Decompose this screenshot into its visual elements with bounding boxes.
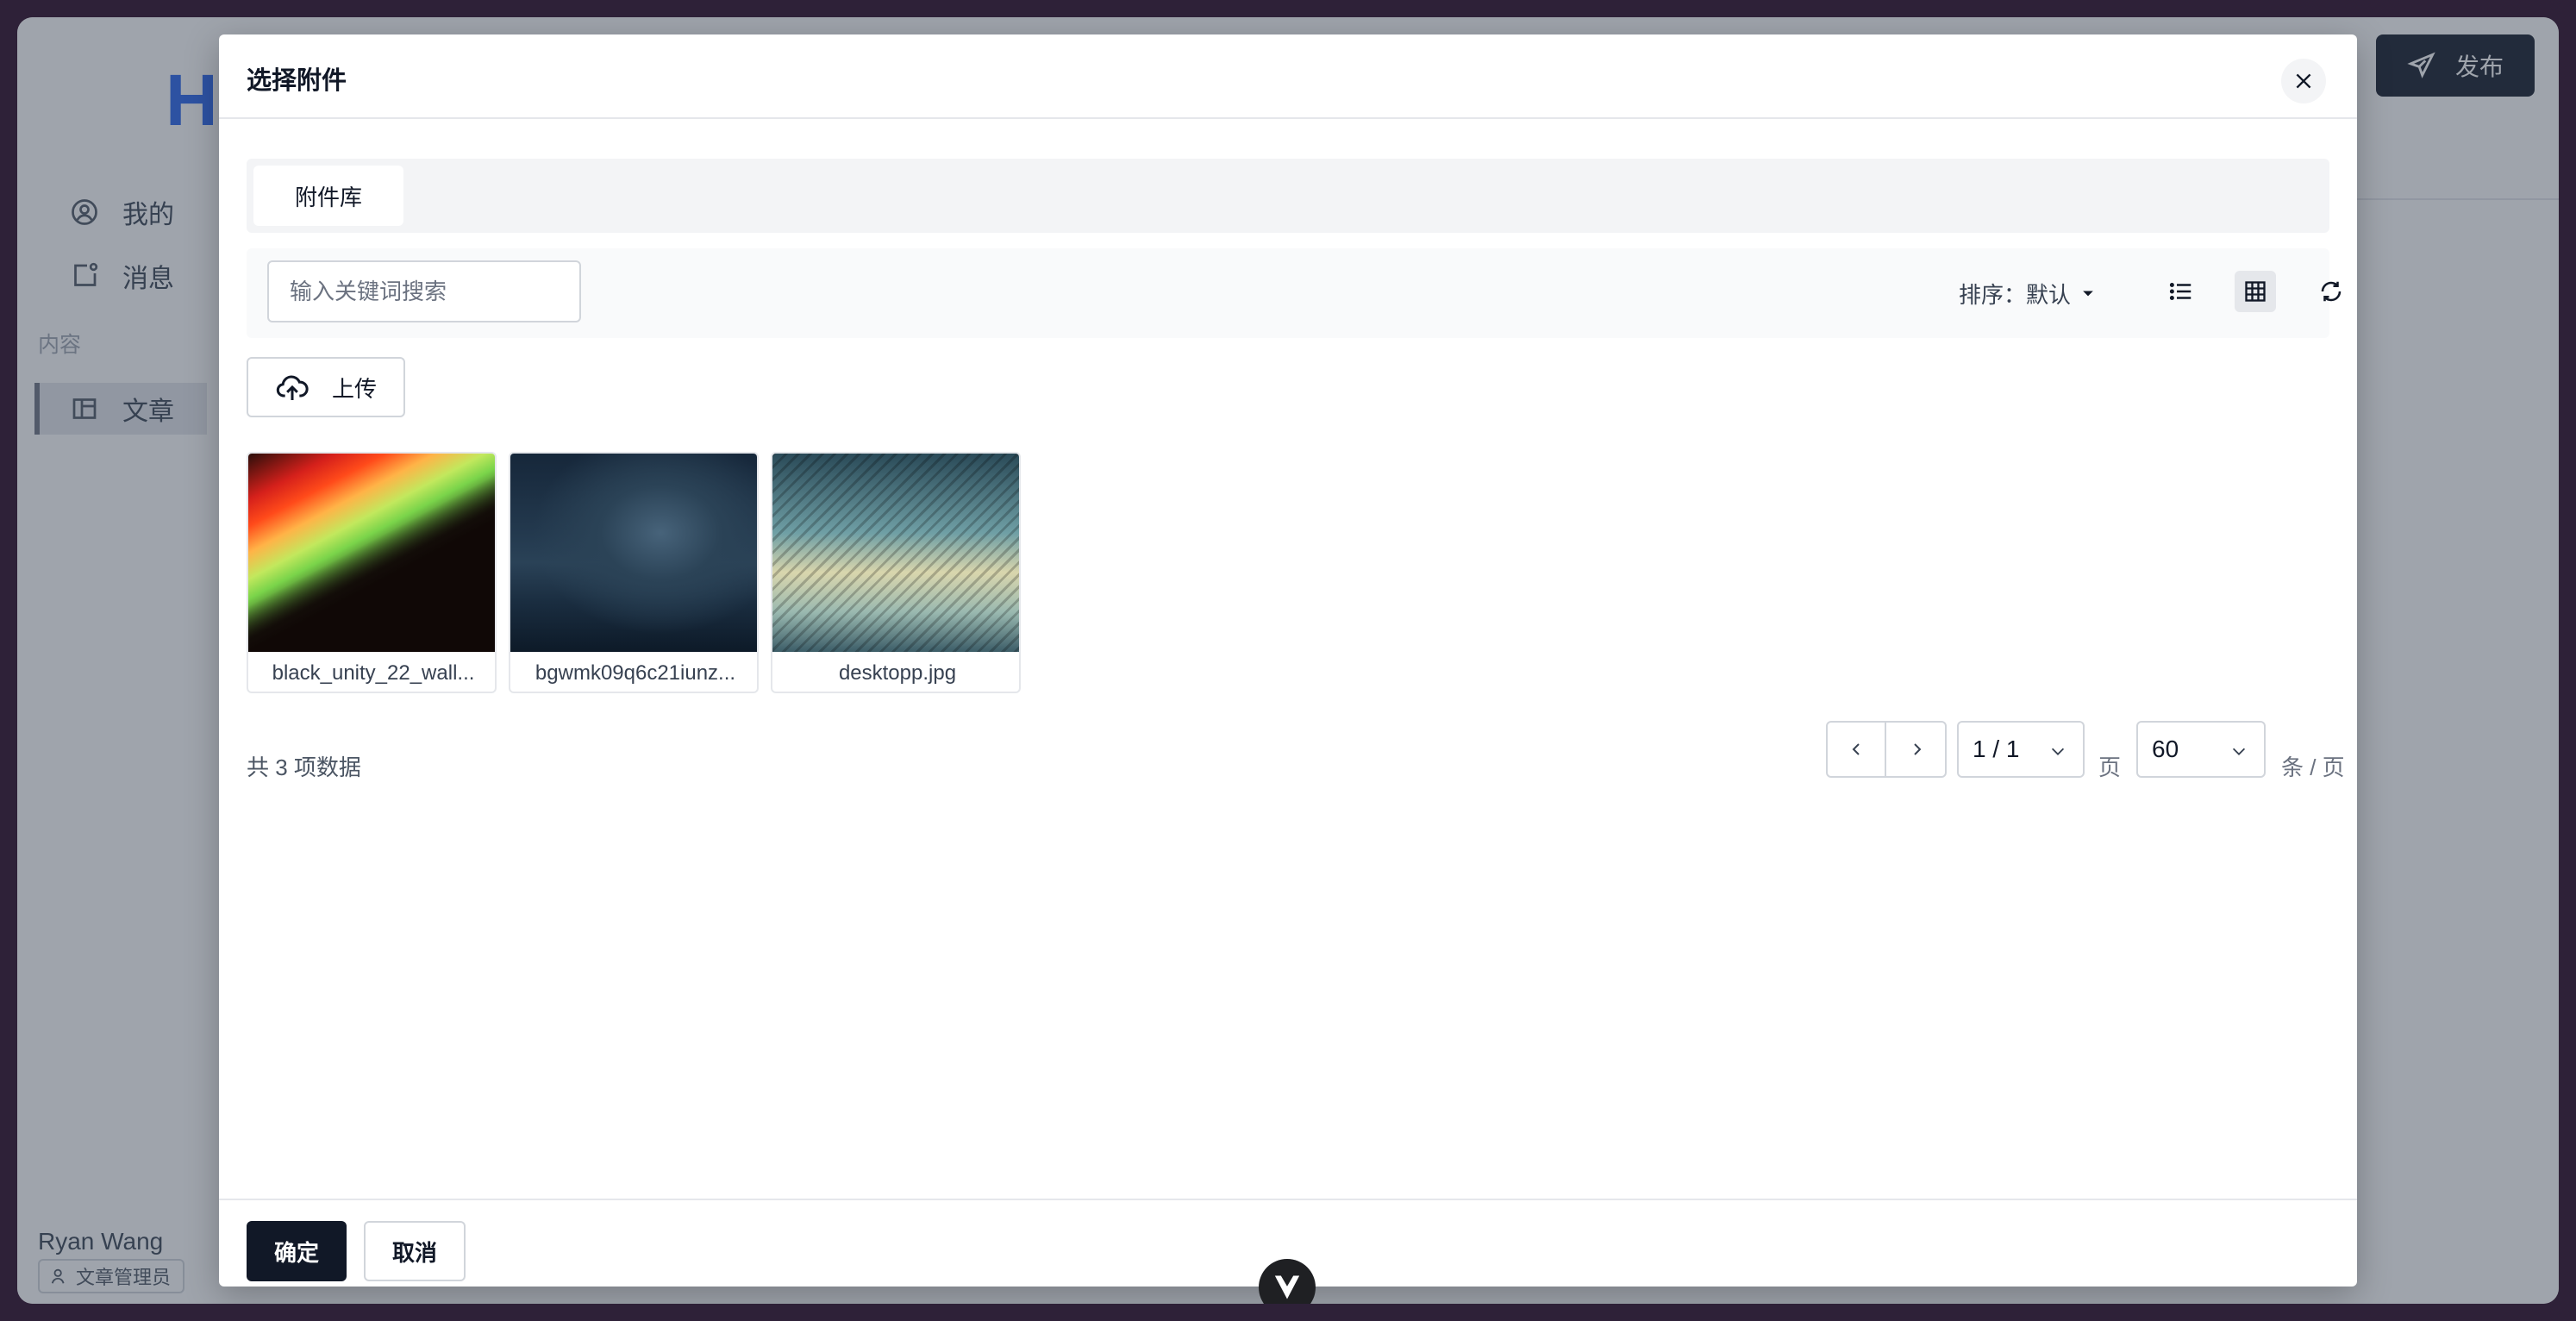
page-unit-label: 页 [2098,754,2122,780]
attachment-card[interactable]: black_unity_22_wall... [247,452,497,693]
window-frame: H 我的 消息 内容 文章 Ryan Wang 文章管理员 发布 选择附件 附件… [0,0,2576,1321]
list-view-button[interactable] [2160,271,2202,312]
page-size-unit-label: 条 / 页 [2281,754,2345,780]
chevron-down-icon [2229,742,2248,761]
prev-page-button[interactable] [1828,723,1886,776]
search-input[interactable] [267,260,581,322]
total-count: 共 3 项数据 [247,754,361,780]
upload-label: 上传 [331,375,377,402]
upload-button[interactable]: 上传 [247,357,405,417]
sort-dropdown[interactable]: 排序： 默认 [1959,272,2097,314]
page-size-value: 60 [2152,736,2179,762]
tab-bar: 附件库 [247,159,2329,233]
close-button[interactable] [2281,59,2326,103]
attachment-name: desktopp.jpg [838,661,957,685]
attachment-name: bgwmk09q6c21iunz... [535,661,736,685]
attachment-select-modal: 选择附件 附件库 排序： 默认 [219,34,2357,1287]
attachment-thumbnail [510,454,757,652]
page-size-select[interactable]: 60 [2136,721,2266,778]
next-page-button[interactable] [1888,723,1947,776]
vue-logo-icon [1274,1275,1300,1299]
modal-title: 选择附件 [247,67,347,95]
refresh-icon [2321,281,2342,302]
pager-buttons [1826,721,1947,778]
tab-attachment-library[interactable]: 附件库 [253,166,403,226]
attachment-card[interactable]: bgwmk09q6c21iunz... [509,452,759,693]
attachment-thumbnail [772,454,1019,652]
cloud-upload-icon [276,375,309,400]
attachment-card[interactable]: desktopp.jpg [771,452,1021,693]
close-icon [2296,73,2311,89]
caret-down-icon [2079,285,2097,302]
modal-header: 选择附件 [219,34,2357,119]
chevron-right-icon [1914,743,1922,755]
page-select-value: 1 / 1 [1973,736,2020,762]
cancel-button[interactable]: 取消 [364,1221,466,1281]
sort-value: 默认 [2026,281,2072,308]
attachment-name: black_unity_22_wall... [272,661,475,685]
grid-icon [2245,281,2266,302]
grid-view-button[interactable] [2235,271,2276,312]
list-icon [2169,283,2191,300]
sort-label: 排序： [1959,281,2027,308]
app-window: H 我的 消息 内容 文章 Ryan Wang 文章管理员 发布 选择附件 附件… [17,17,2559,1304]
confirm-button[interactable]: 确定 [247,1221,347,1281]
page-select[interactable]: 1 / 1 [1957,721,2085,778]
attachment-thumbnail [248,454,495,652]
chevron-left-icon [1852,743,1860,755]
filter-toolbar: 排序： 默认 [247,248,2342,338]
chevron-down-icon [2048,742,2067,761]
refresh-button[interactable] [2310,271,2352,312]
